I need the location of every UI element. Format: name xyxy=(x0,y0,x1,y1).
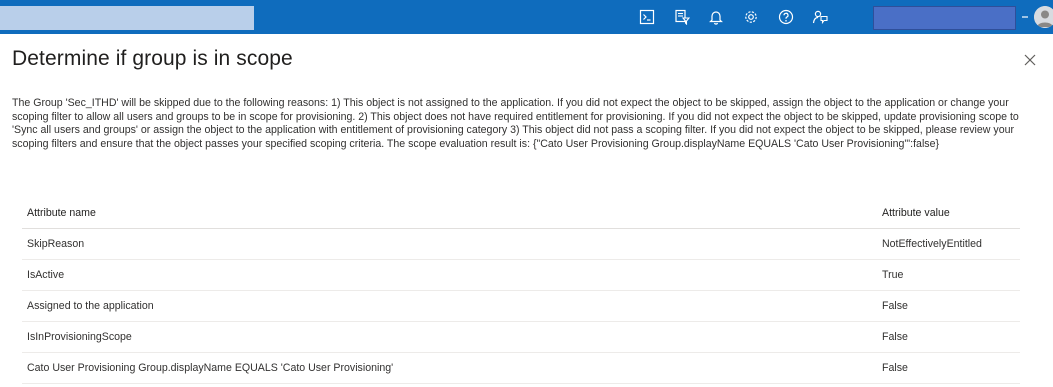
attribute-name-cell: Assigned to the application xyxy=(22,290,877,322)
table-header-row: Attribute name Attribute value xyxy=(22,198,1020,229)
table-row: IsInProvisioningScope False xyxy=(22,321,1020,353)
attribute-table: Attribute name Attribute value SkipReaso… xyxy=(22,198,1020,384)
table-row: SkipReason NotEffectivelyEntitled xyxy=(22,228,1020,260)
cloud-shell-icon[interactable] xyxy=(638,8,656,26)
column-header-attribute-value: Attribute value xyxy=(877,198,1020,229)
settings-gear-icon[interactable] xyxy=(742,8,760,26)
attribute-name-cell: IsInProvisioningScope xyxy=(22,321,877,353)
page-title: Determine if group is in scope xyxy=(12,47,293,70)
notifications-bell-icon[interactable] xyxy=(707,8,725,26)
attribute-value-cell: False xyxy=(877,352,1020,384)
attribute-name-cell: SkipReason xyxy=(22,228,877,260)
account-name-redacted[interactable] xyxy=(873,6,1016,30)
close-icon[interactable] xyxy=(1023,53,1037,67)
feedback-icon[interactable] xyxy=(811,8,829,26)
column-header-attribute-name: Attribute name xyxy=(22,198,877,229)
help-question-icon[interactable] xyxy=(777,8,795,26)
attribute-value-cell: True xyxy=(877,259,1020,291)
skip-reason-description: The Group 'Sec_ITHD' will be skipped due… xyxy=(12,97,1019,150)
attribute-value-cell: False xyxy=(877,290,1020,322)
table-row: Cato User Provisioning Group.displayName… xyxy=(22,352,1020,384)
search-box-redacted[interactable] xyxy=(0,6,254,30)
attribute-name-cell: Cato User Provisioning Group.displayName… xyxy=(22,352,877,384)
attribute-value-cell: False xyxy=(877,321,1020,353)
attribute-name-cell: IsActive xyxy=(22,259,877,291)
top-navigation-bar xyxy=(0,0,1053,34)
attribute-value-cell: NotEffectivelyEntitled xyxy=(877,228,1020,260)
table-row: Assigned to the application False xyxy=(22,290,1020,322)
table-row: IsActive True xyxy=(22,259,1020,291)
directory-filter-icon[interactable] xyxy=(673,8,691,26)
avatar[interactable] xyxy=(1034,6,1053,28)
account-menu-icon[interactable] xyxy=(1020,10,1030,24)
